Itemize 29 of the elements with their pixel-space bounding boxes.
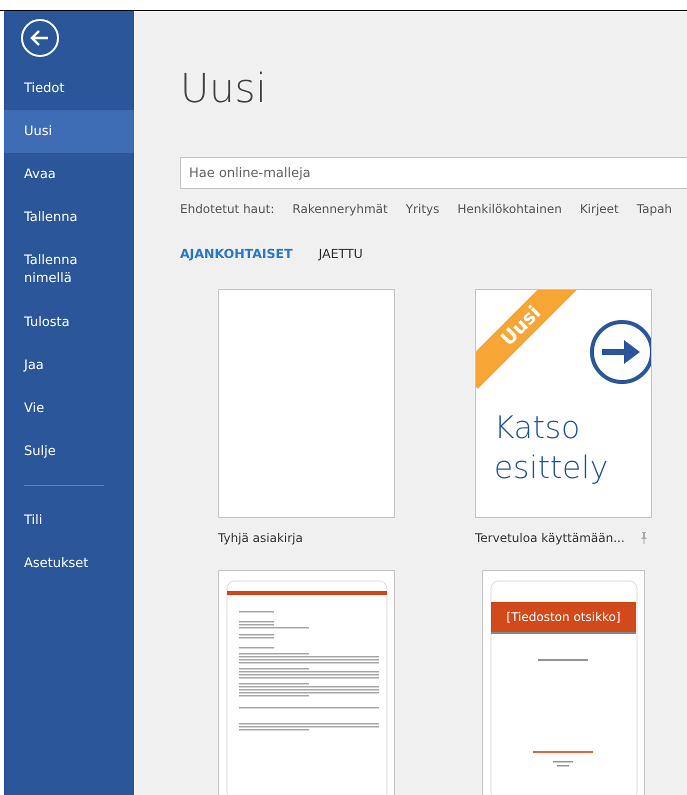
suggested-search-link[interactable]: Tapah	[636, 202, 672, 216]
sidebar-item[interactable]: Uusi	[4, 110, 134, 153]
suggested-searches-label: Ehdotetut haut:	[180, 202, 274, 216]
suggested-search-link[interactable]: Henkilökohtainen	[457, 202, 562, 216]
tab[interactable]: AJANKOHTAISET	[180, 246, 293, 261]
sidebar-item[interactable]: Tiedot	[4, 67, 134, 110]
sidebar-item[interactable]: Tili	[4, 499, 134, 542]
back-icon[interactable]	[20, 18, 60, 58]
sidebar-item[interactable]: Avaa	[4, 153, 134, 196]
sidebar-item[interactable]: Vie	[4, 387, 134, 430]
sidebar-item[interactable]: Tallenna	[4, 196, 134, 239]
sidebar-item[interactable]: Tallenna nimellä	[4, 239, 134, 301]
sidebar-item[interactable]: Jaa	[4, 344, 134, 387]
template-name[interactable]: Tyhjä asiakirja	[218, 531, 303, 545]
tab[interactable]: JAETTU	[318, 246, 363, 261]
blank-document-thumbnail[interactable]	[218, 289, 395, 518]
tour-headline: Katso esittely	[494, 409, 610, 488]
suggested-search-link[interactable]: Kirjeet	[580, 202, 619, 216]
report-thumbnail[interactable]: [Tiedoston otsikko]	[482, 570, 645, 795]
suggested-search-link[interactable]: Rakenneryhmät	[292, 202, 388, 216]
page-title: Uusi	[180, 65, 268, 114]
template-name[interactable]: Tervetuloa käyttämään...	[475, 531, 625, 545]
report-title-banner: [Tiedoston otsikko]	[491, 602, 636, 634]
sidebar-item[interactable]: Asetukset	[4, 542, 134, 585]
search-field[interactable]: Hae online-malleja	[180, 157, 687, 189]
sidebar-item[interactable]: Sulje	[4, 430, 134, 473]
suggested-search-link[interactable]: Yritys	[406, 202, 440, 216]
pin-icon[interactable]	[639, 532, 649, 544]
sidebar-item[interactable]: Tulosta	[4, 301, 134, 344]
